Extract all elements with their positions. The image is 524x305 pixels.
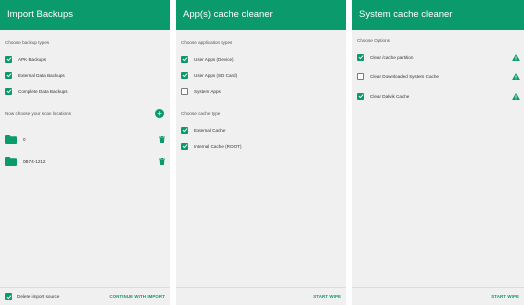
external-cache-label: External Cache [194,127,226,133]
clear-dalvik-cache-label: Clear Dalvik Cache [370,93,410,99]
complete-data-backups-checkbox[interactable] [5,87,12,95]
user-apps-sd-card-label: User Apps (SD Card) [194,72,238,78]
external-cache-option[interactable]: External Cache [181,125,342,135]
check-icon [358,55,364,60]
internal-cache-checkbox[interactable] [181,142,188,150]
check-icon [182,57,188,62]
user-apps-device-label: User Apps (Device) [194,56,234,62]
scan-locations-header: Now choose your scan locations [5,111,71,116]
clear-downloaded-system-cache-label: Clear Downloaded System Cache [370,73,439,79]
options-header: Choose Options [357,38,390,43]
system-apps-label: System Apps [194,88,221,94]
clear-downloaded-system-cache-option[interactable]: Clear Downloaded System Cache [357,71,520,81]
scan-location-item[interactable]: 0 [5,132,165,146]
delete-import-source-checkbox[interactable] [5,293,12,300]
clear-dalvik-cache-checkbox[interactable] [357,92,364,100]
internal-cache-option[interactable]: Internal Cache (ROOT) [181,141,342,151]
import-bottom-bar: Delete import source CONTINUE WITH IMPOR… [0,287,170,305]
add-icon: + [157,109,162,118]
backup-types-header: Choose backup types [5,40,50,45]
check-icon [6,294,12,299]
system-cache-bottom-bar: START WIPE [352,287,524,305]
delete-import-source-label: Delete import source [17,294,60,299]
system-cache-cleaner-title: System cache cleaner [352,0,524,30]
app-cache-cleaner-panel: App(s) cache cleaner Choose application … [176,0,346,305]
check-icon [182,73,188,78]
start-wipe-button[interactable]: START WIPE [491,294,519,299]
app-cache-cleaner-title: App(s) cache cleaner [176,0,346,30]
check-icon [6,89,12,94]
continue-with-import-button[interactable]: CONTINUE WITH IMPORT [109,294,165,299]
delete-icon[interactable] [159,157,165,165]
folder-icon [5,156,17,166]
external-cache-checkbox[interactable] [181,126,188,134]
external-data-backups-label: External Data Backups [18,72,65,78]
delete-import-source-option[interactable]: Delete import source [5,293,59,300]
delete-icon[interactable] [159,135,165,143]
clear-cache-partition-checkbox[interactable] [357,53,364,61]
apk-backups-checkbox[interactable] [5,55,12,63]
user-apps-device-option[interactable]: User Apps (Device) [181,54,342,64]
app-cache-bottom-bar: START WIPE [176,287,346,305]
system-apps-option[interactable]: System Apps [181,86,342,96]
start-wipe-button[interactable]: START WIPE [313,294,341,299]
user-apps-sd-card-option[interactable]: User Apps (SD Card) [181,70,342,80]
system-cache-cleaner-panel: System cache cleaner Choose Options Clea… [352,0,524,305]
clear-cache-partition-option[interactable]: Clear /cache partition [357,52,520,62]
clear-downloaded-system-cache-checkbox[interactable] [357,72,364,80]
user-apps-sd-card-checkbox[interactable] [181,71,188,79]
warning-icon[interactable] [512,53,520,61]
add-location-button[interactable]: + [155,109,164,118]
clear-cache-partition-label: Clear /cache partition [370,54,414,60]
check-icon [182,128,188,133]
clear-dalvik-cache-option[interactable]: Clear Dalvik Cache [357,91,520,101]
apk-backups-label: APK Backups [18,56,47,62]
import-backups-title: Import Backups [0,0,170,30]
warning-icon[interactable] [512,72,520,80]
cache-type-header: Choose cache type [181,111,221,116]
application-types-header: Choose application types [181,40,233,45]
external-data-backups-option[interactable]: External Data Backups [5,70,166,80]
folder-icon [5,134,17,144]
import-backups-panel: Import Backups Choose backup types APK B… [0,0,170,305]
check-icon [6,73,12,78]
complete-data-backups-label: Complete Data Backups [18,88,68,94]
scan-location-label: 0 [23,136,26,142]
complete-data-backups-option[interactable]: Complete Data Backups [5,86,166,96]
user-apps-device-checkbox[interactable] [181,55,188,63]
scan-location-label: 0B74-1212 [23,158,46,164]
internal-cache-label: Internal Cache (ROOT) [194,143,242,149]
check-icon [358,94,364,99]
scan-location-item[interactable]: 0B74-1212 [5,154,165,168]
system-apps-checkbox[interactable] [181,87,188,95]
apk-backups-option[interactable]: APK Backups [5,54,166,64]
external-data-backups-checkbox[interactable] [5,71,12,79]
check-icon [6,57,12,62]
check-icon [182,144,188,149]
warning-icon[interactable] [512,92,520,100]
